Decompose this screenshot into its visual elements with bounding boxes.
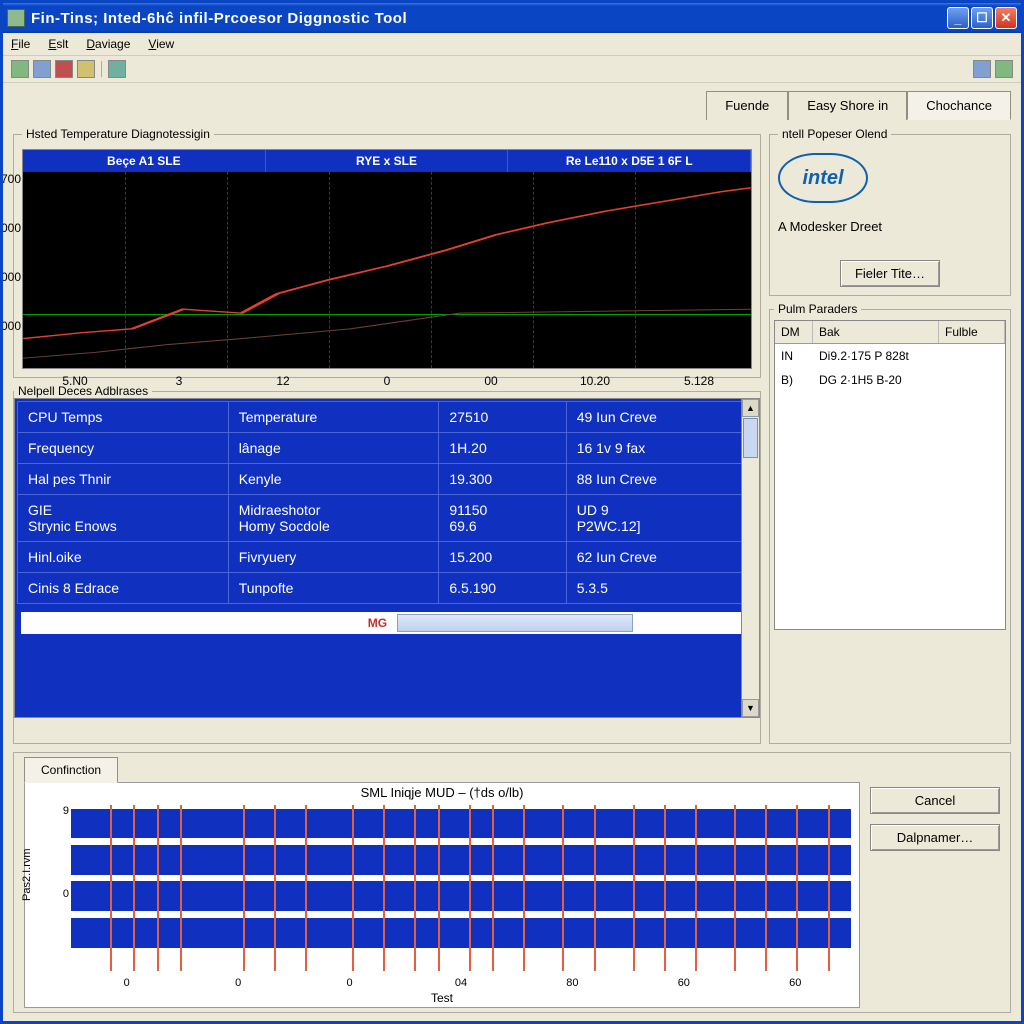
progress-label: MG [358,616,397,630]
bottom-bars [71,805,851,971]
toolbar-icon-1[interactable] [11,60,29,78]
brand-title: ntell Popeser Olend [778,127,891,141]
intel-logo-icon: intel [778,153,868,203]
bottom-chart-title: SML Iniqje MUD – (†ds o/lb) [25,785,859,800]
bottom-x-ticks: 0 0 0 04 80 60 60 [71,977,851,989]
vertical-scrollbar[interactable]: ▲ ▼ [741,399,759,717]
bottom-chart: SML Iniqje MUD – (†ds o/lb) Pas2.I.rvm T… [24,782,860,1008]
toolbar [3,56,1021,83]
tab-chochance[interactable]: Chochance [907,91,1011,120]
dalpnamer-button[interactable]: Dalpnamer… [870,824,1000,851]
menu-edit[interactable]: Eslt [48,37,68,51]
menubar: File Eslt Daviage View [3,33,1021,56]
toolbar-sep [101,61,102,77]
app-icon [7,9,25,27]
scroll-thumb[interactable] [743,418,758,458]
list-item[interactable]: INDi9.2·175 P 828t [775,344,1005,368]
lower-panel: Confinction SML Iniqje MUD – (†ds o/lb) … [13,752,1011,1013]
main-tabs: Fuende Easy Shore in Chochance [13,91,1011,120]
bottom-y-label: Pas2.I.rvm [21,849,33,902]
menu-daviage[interactable]: Daviage [86,37,130,51]
lower-buttons: Cancel Dalpnamer… [870,757,1000,1008]
scroll-up-icon[interactable]: ▲ [742,399,759,417]
metrics-table: CPU TempsTemperature2751049 Iun CreveFre… [17,401,757,604]
params-header: DM Bak Fulble [775,321,1005,344]
content: Fuende Easy Shore in Chochance Hsted Tem… [3,83,1021,1021]
window-controls: _ ☐ ✕ [947,7,1017,29]
toolbar-icon-4[interactable] [77,60,95,78]
chart-line-icon [23,172,751,368]
table-row[interactable]: Frequencylânage1H.2016 1v 9 fax [18,433,757,464]
data-table-group: Nelpell Deces Adblrases CPU TempsTempera… [13,384,761,744]
minimize-button[interactable]: _ [947,7,969,29]
temperature-chart: Beçe A1 SLE RYE x SLE Re Le110 x D5E 1 6… [22,149,752,369]
toolbar-icon-3[interactable] [55,60,73,78]
toolbar-right-icon-1[interactable] [973,60,991,78]
titlebar: Fin-Tins; Inted-6hĉ infil-Prcoesor Diggn… [3,3,1021,33]
params-panel: Pulm Paraders DM Bak Fulble INDi9.2·175 … [769,302,1011,744]
menu-view[interactable]: View [148,37,174,51]
bottom-y-ticks: 9 0 [45,805,69,971]
bottom-x-label: Test [25,991,859,1005]
chart-head-3: Re Le110 x D5E 1 6F L [508,150,751,172]
progress-row: MG [21,612,753,634]
chart-column-headers: Beçe A1 SLE RYE x SLE Re Le110 x D5E 1 6… [23,150,751,172]
table-row[interactable]: GIE Strynic EnowsMidraeshotor Homy Socdo… [18,495,757,542]
maximize-button[interactable]: ☐ [971,7,993,29]
progress-bar [397,614,633,632]
table-row[interactable]: CPU TempsTemperature2751049 Iun Creve [18,402,757,433]
table-row[interactable]: Hal pes ThnirKenyle19.30088 Iun Creve [18,464,757,495]
toolbar-icon-5[interactable] [108,60,126,78]
app-window: Fin-Tins; Inted-6hĉ infil-Prcoesor Diggn… [0,0,1024,1024]
tab-confinction[interactable]: Confinction [24,757,118,783]
params-title: Pulm Paraders [774,302,861,316]
tab-easy[interactable]: Easy Shore in [788,91,907,120]
close-button[interactable]: ✕ [995,7,1017,29]
list-item[interactable]: B)DG 2·1H5 B-20 [775,368,1005,392]
temperature-chart-group: Hsted Temperature Diagnotessigin R T ten… [13,127,761,378]
params-list[interactable]: DM Bak Fulble INDi9.2·175 P 828tB)DG 2·1… [774,320,1006,630]
toolbar-right-icon-2[interactable] [995,60,1013,78]
chart-group-title: Hsted Temperature Diagnotessigin [22,127,214,141]
data-panel: CPU TempsTemperature2751049 Iun CreveFre… [14,398,760,718]
menu-file[interactable]: File [11,37,30,51]
filter-button[interactable]: Fieler Tite… [840,260,940,287]
model-text: A Modesker Dreet [778,219,1002,234]
scroll-down-icon[interactable]: ▼ [742,699,759,717]
chart-head-1: Beçe A1 SLE [23,150,266,172]
tab-fuende[interactable]: Fuende [706,91,788,120]
table-row[interactable]: Cinis 8 EdraceTunpofte6.5.1905.3.5 [18,573,757,604]
window-title: Fin-Tins; Inted-6hĉ infil-Prcoesor Diggn… [31,10,947,27]
brand-panel: ntell Popeser Olend intel A Modesker Dre… [769,127,1011,296]
chart-x-ticks: 5.N0 3 12 0 00 10.20 5.128 [23,374,751,388]
table-row[interactable]: Hinl.oikeFivryuery15.20062 Iun Creve [18,542,757,573]
toolbar-icon-2[interactable] [33,60,51,78]
cancel-button[interactable]: Cancel [870,787,1000,814]
chart-y-ticks: 2700 2000 1000 2000 [3,172,21,368]
chart-head-2: RYE x SLE [266,150,509,172]
